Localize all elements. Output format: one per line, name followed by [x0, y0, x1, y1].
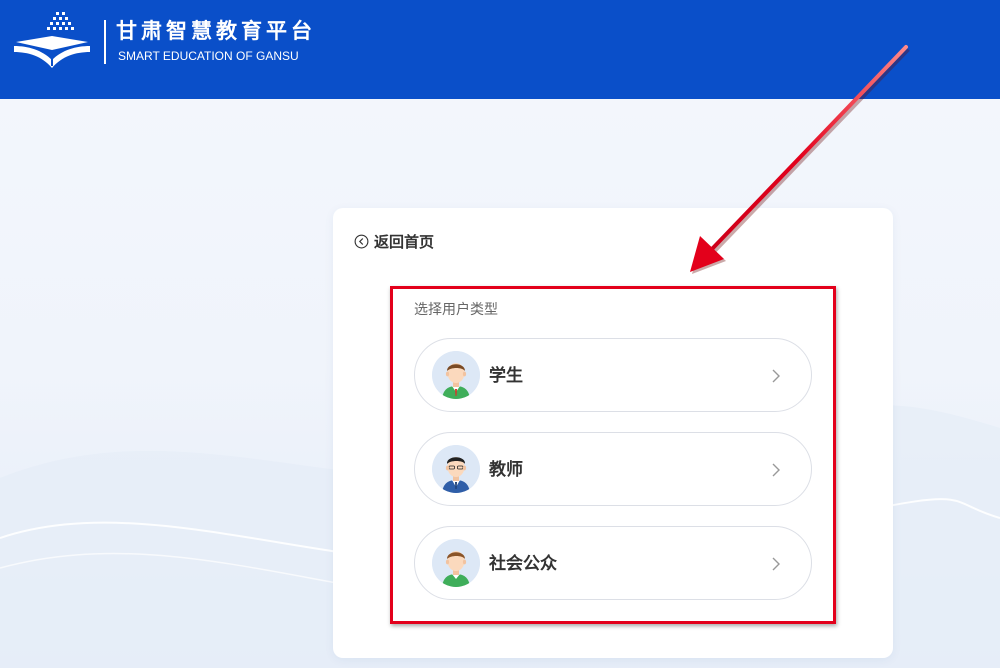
- public-avatar-icon: [432, 539, 480, 587]
- student-avatar-icon: [432, 351, 480, 399]
- open-book-logo-icon: [14, 12, 90, 68]
- role-label-student: 学生: [489, 366, 523, 386]
- select-user-type-heading: 选择用户类型: [414, 302, 498, 318]
- role-option-public[interactable]: 社会公众: [414, 526, 812, 600]
- role-label-teacher: 教师: [489, 460, 523, 480]
- chevron-right-icon: [772, 369, 780, 383]
- teacher-avatar-icon: [432, 445, 480, 493]
- platform-subtitle: SMART EDUCATION OF GANSU: [118, 49, 299, 63]
- user-type-card: 返回首页 选择用户类型 学生 教师 社会公众: [333, 208, 893, 658]
- role-label-public: 社会公众: [489, 554, 557, 574]
- logo-divider: [104, 20, 106, 64]
- role-option-teacher[interactable]: 教师: [414, 432, 812, 506]
- top-header-bar: 甘肃智慧教育平台 SMART EDUCATION OF GANSU: [0, 0, 1000, 99]
- back-home-link[interactable]: 返回首页: [354, 230, 434, 252]
- chevron-right-icon: [772, 557, 780, 571]
- circle-chevron-left-icon: [354, 234, 369, 248]
- chevron-right-icon: [772, 463, 780, 477]
- platform-title: 甘肃智慧教育平台: [116, 19, 316, 43]
- role-option-student[interactable]: 学生: [414, 338, 812, 412]
- back-home-label: 返回首页: [374, 232, 435, 251]
